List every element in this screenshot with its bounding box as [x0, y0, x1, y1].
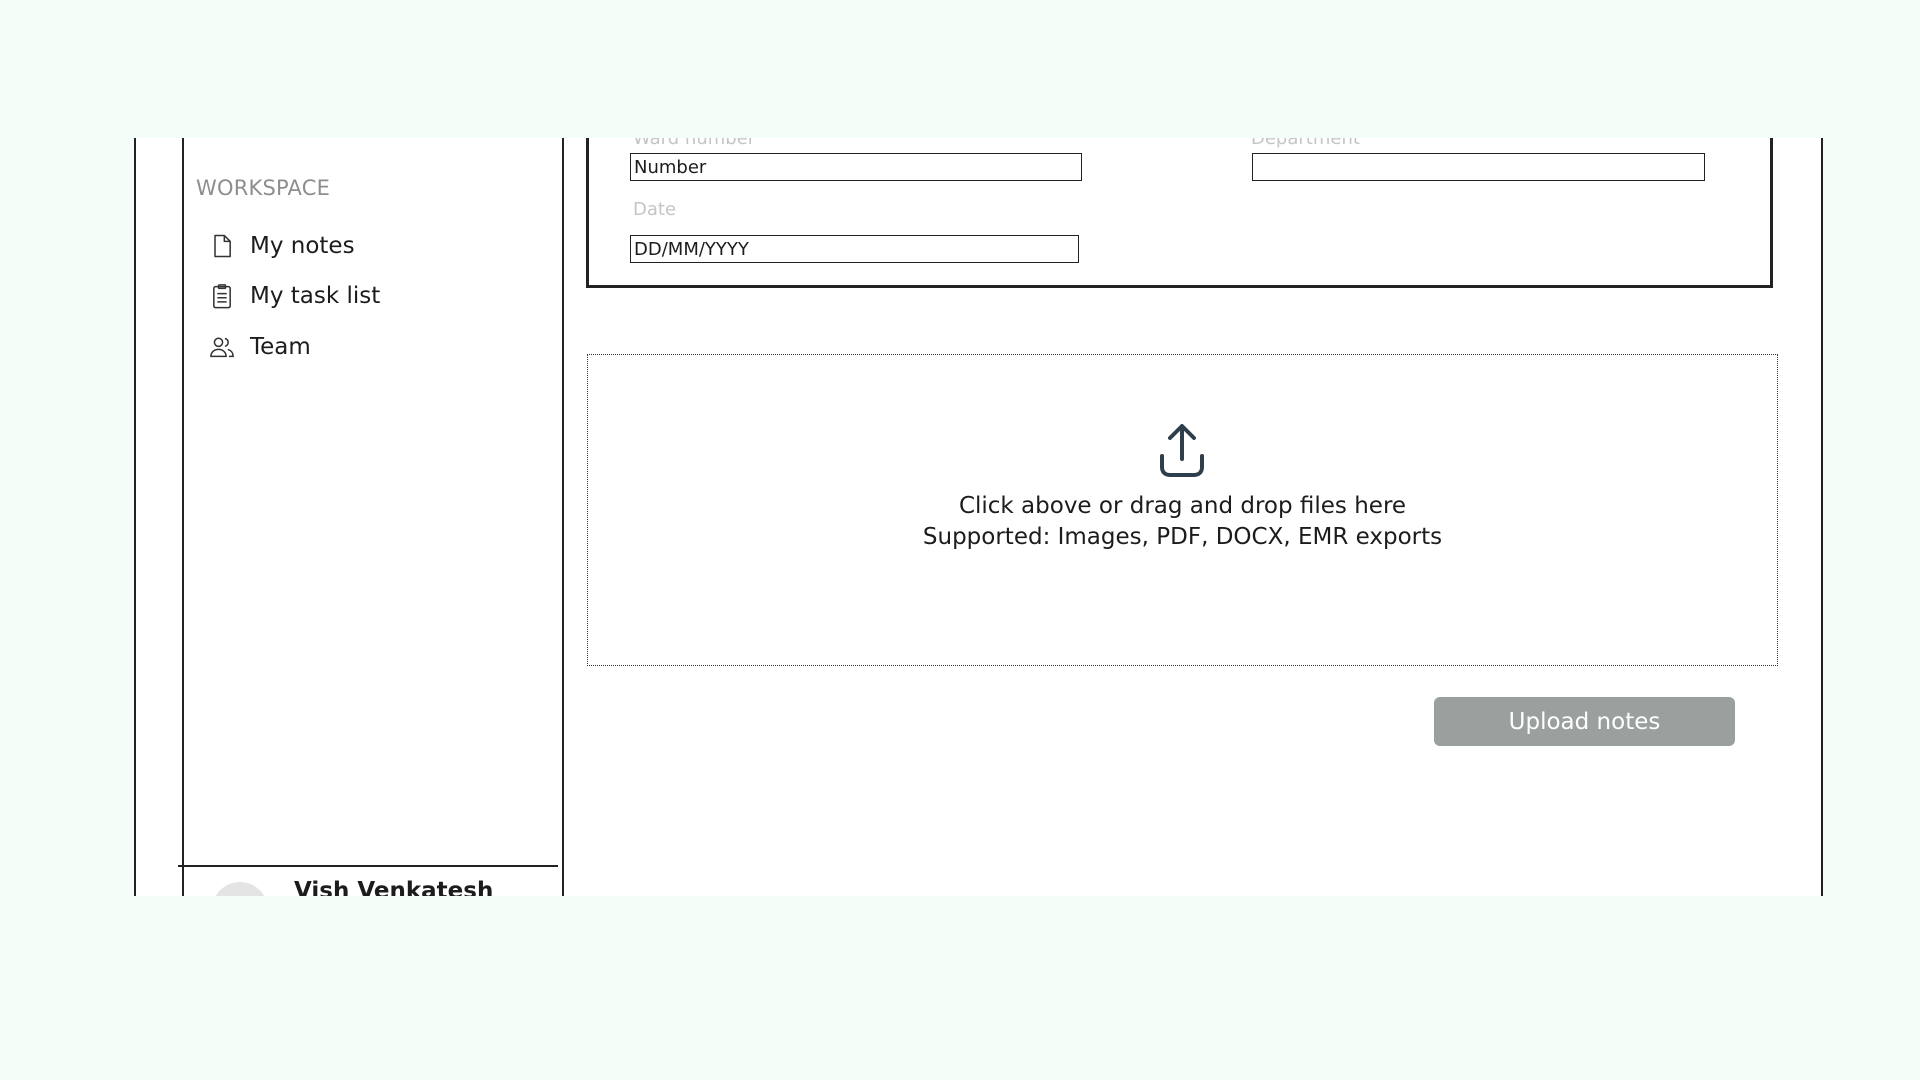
document-icon	[214, 234, 231, 258]
department-input[interactable]	[1252, 153, 1705, 181]
ward-number-input[interactable]	[630, 153, 1082, 181]
upload-icon[interactable]	[1158, 423, 1206, 479]
sidebar-divider	[178, 865, 558, 867]
date-input[interactable]	[630, 235, 1079, 263]
department-label: Department	[1251, 138, 1360, 149]
users-icon	[210, 337, 234, 358]
app-window: WORKSPACE My notes My task list Team Vis…	[134, 138, 1823, 896]
note-details-form: Ward number Department Date	[586, 138, 1773, 288]
sidebar-item-label: My notes	[250, 233, 355, 259]
dropzone-supported-formats: Supported: Images, PDF, DOCX, EMR export…	[922, 524, 1443, 550]
clipboard-icon	[213, 284, 231, 309]
sidebar-item-my-notes[interactable]: My notes	[208, 228, 355, 264]
sidebar-item-label: Team	[250, 334, 311, 360]
user-name[interactable]: Vish Venkatesh	[294, 878, 493, 896]
date-label: Date	[633, 199, 677, 220]
ward-number-label: Ward number	[633, 138, 756, 149]
sidebar-item-label: My task list	[250, 283, 381, 309]
avatar[interactable]	[212, 882, 268, 896]
file-dropzone[interactable]: Click above or drag and drop files here …	[587, 354, 1778, 666]
sidebar-item-team[interactable]: Team	[208, 329, 311, 365]
workspace-section-label: WORKSPACE	[196, 176, 331, 200]
upload-notes-button[interactable]: Upload notes	[1434, 697, 1735, 746]
sidebar-item-my-task-list[interactable]: My task list	[208, 278, 380, 314]
sidebar: WORKSPACE My notes My task list Team Vis…	[178, 138, 564, 896]
dropzone-instructions: Click above or drag and drop files here	[958, 493, 1407, 519]
